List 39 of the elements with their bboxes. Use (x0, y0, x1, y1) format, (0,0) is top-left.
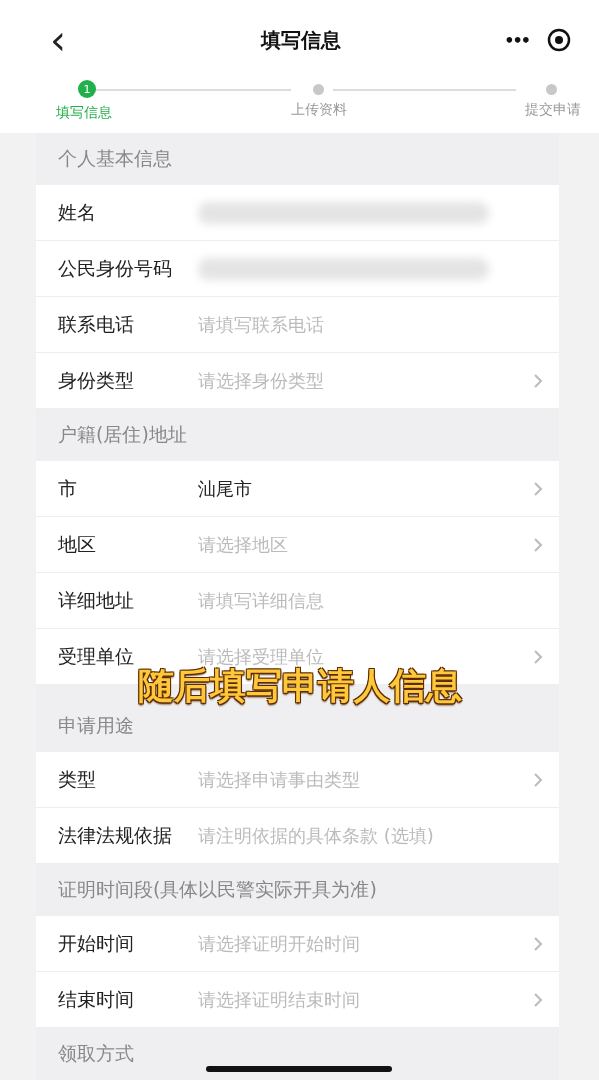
form-row[interactable]: 公民身份号码 (36, 241, 559, 297)
step-label: 上传资料 (290, 101, 347, 119)
form-row[interactable]: 开始时间 请选择证明开始时间 (36, 916, 559, 972)
form-row[interactable]: 姓名 (36, 185, 559, 241)
back-button[interactable]: ‹ (50, 20, 140, 60)
field-value[interactable]: 汕尾市 (198, 476, 533, 501)
form-row[interactable]: 身份类型 请选择身份类型 (36, 353, 559, 409)
form-row[interactable]: 法律法规依据 请注明依据的具体条款 (选填) (36, 808, 559, 864)
field-label: 联系电话 (58, 311, 135, 337)
chevron-right-icon (533, 372, 543, 389)
step-label: 填写信息 (56, 104, 112, 122)
form-row[interactable]: 市 汕尾市 (36, 461, 559, 517)
form-row[interactable]: 类型 请选择申请事由类型 (36, 752, 559, 808)
step-dot: 1 (78, 80, 96, 98)
form-row[interactable]: 详细地址 请填写详细信息 (36, 573, 559, 629)
form-row[interactable]: 结束时间 请选择证明结束时间 (36, 972, 559, 1028)
field-label: 受理单位 (58, 643, 135, 669)
chevron-right-icon (533, 648, 543, 665)
field-label: 地区 (58, 531, 97, 557)
step-label: 提交申请 (525, 101, 581, 119)
chevron-right-icon (533, 771, 543, 788)
field-label: 身份类型 (58, 367, 135, 393)
field-label: 法律法规依据 (58, 822, 173, 848)
form-row[interactable]: 联系电话 请填写联系电话 (36, 297, 559, 353)
field-label: 公民身份号码 (58, 255, 173, 281)
target-icon[interactable] (547, 28, 571, 52)
chevron-right-icon (533, 935, 543, 952)
field-label: 结束时间 (58, 986, 135, 1012)
chevron-right-icon (533, 536, 543, 553)
field-label: 类型 (58, 766, 97, 792)
field-label: 姓名 (58, 199, 97, 225)
field-label: 详细地址 (58, 587, 135, 613)
more-button[interactable]: ••• (504, 30, 529, 50)
chevron-right-icon (533, 991, 543, 1008)
page-title: 填写信息 (260, 26, 341, 54)
chevron-right-icon (533, 480, 543, 497)
field-label: 市 (58, 475, 78, 501)
field-label: 开始时间 (58, 930, 135, 956)
form-row[interactable]: 地区 请选择地区 (36, 517, 559, 573)
